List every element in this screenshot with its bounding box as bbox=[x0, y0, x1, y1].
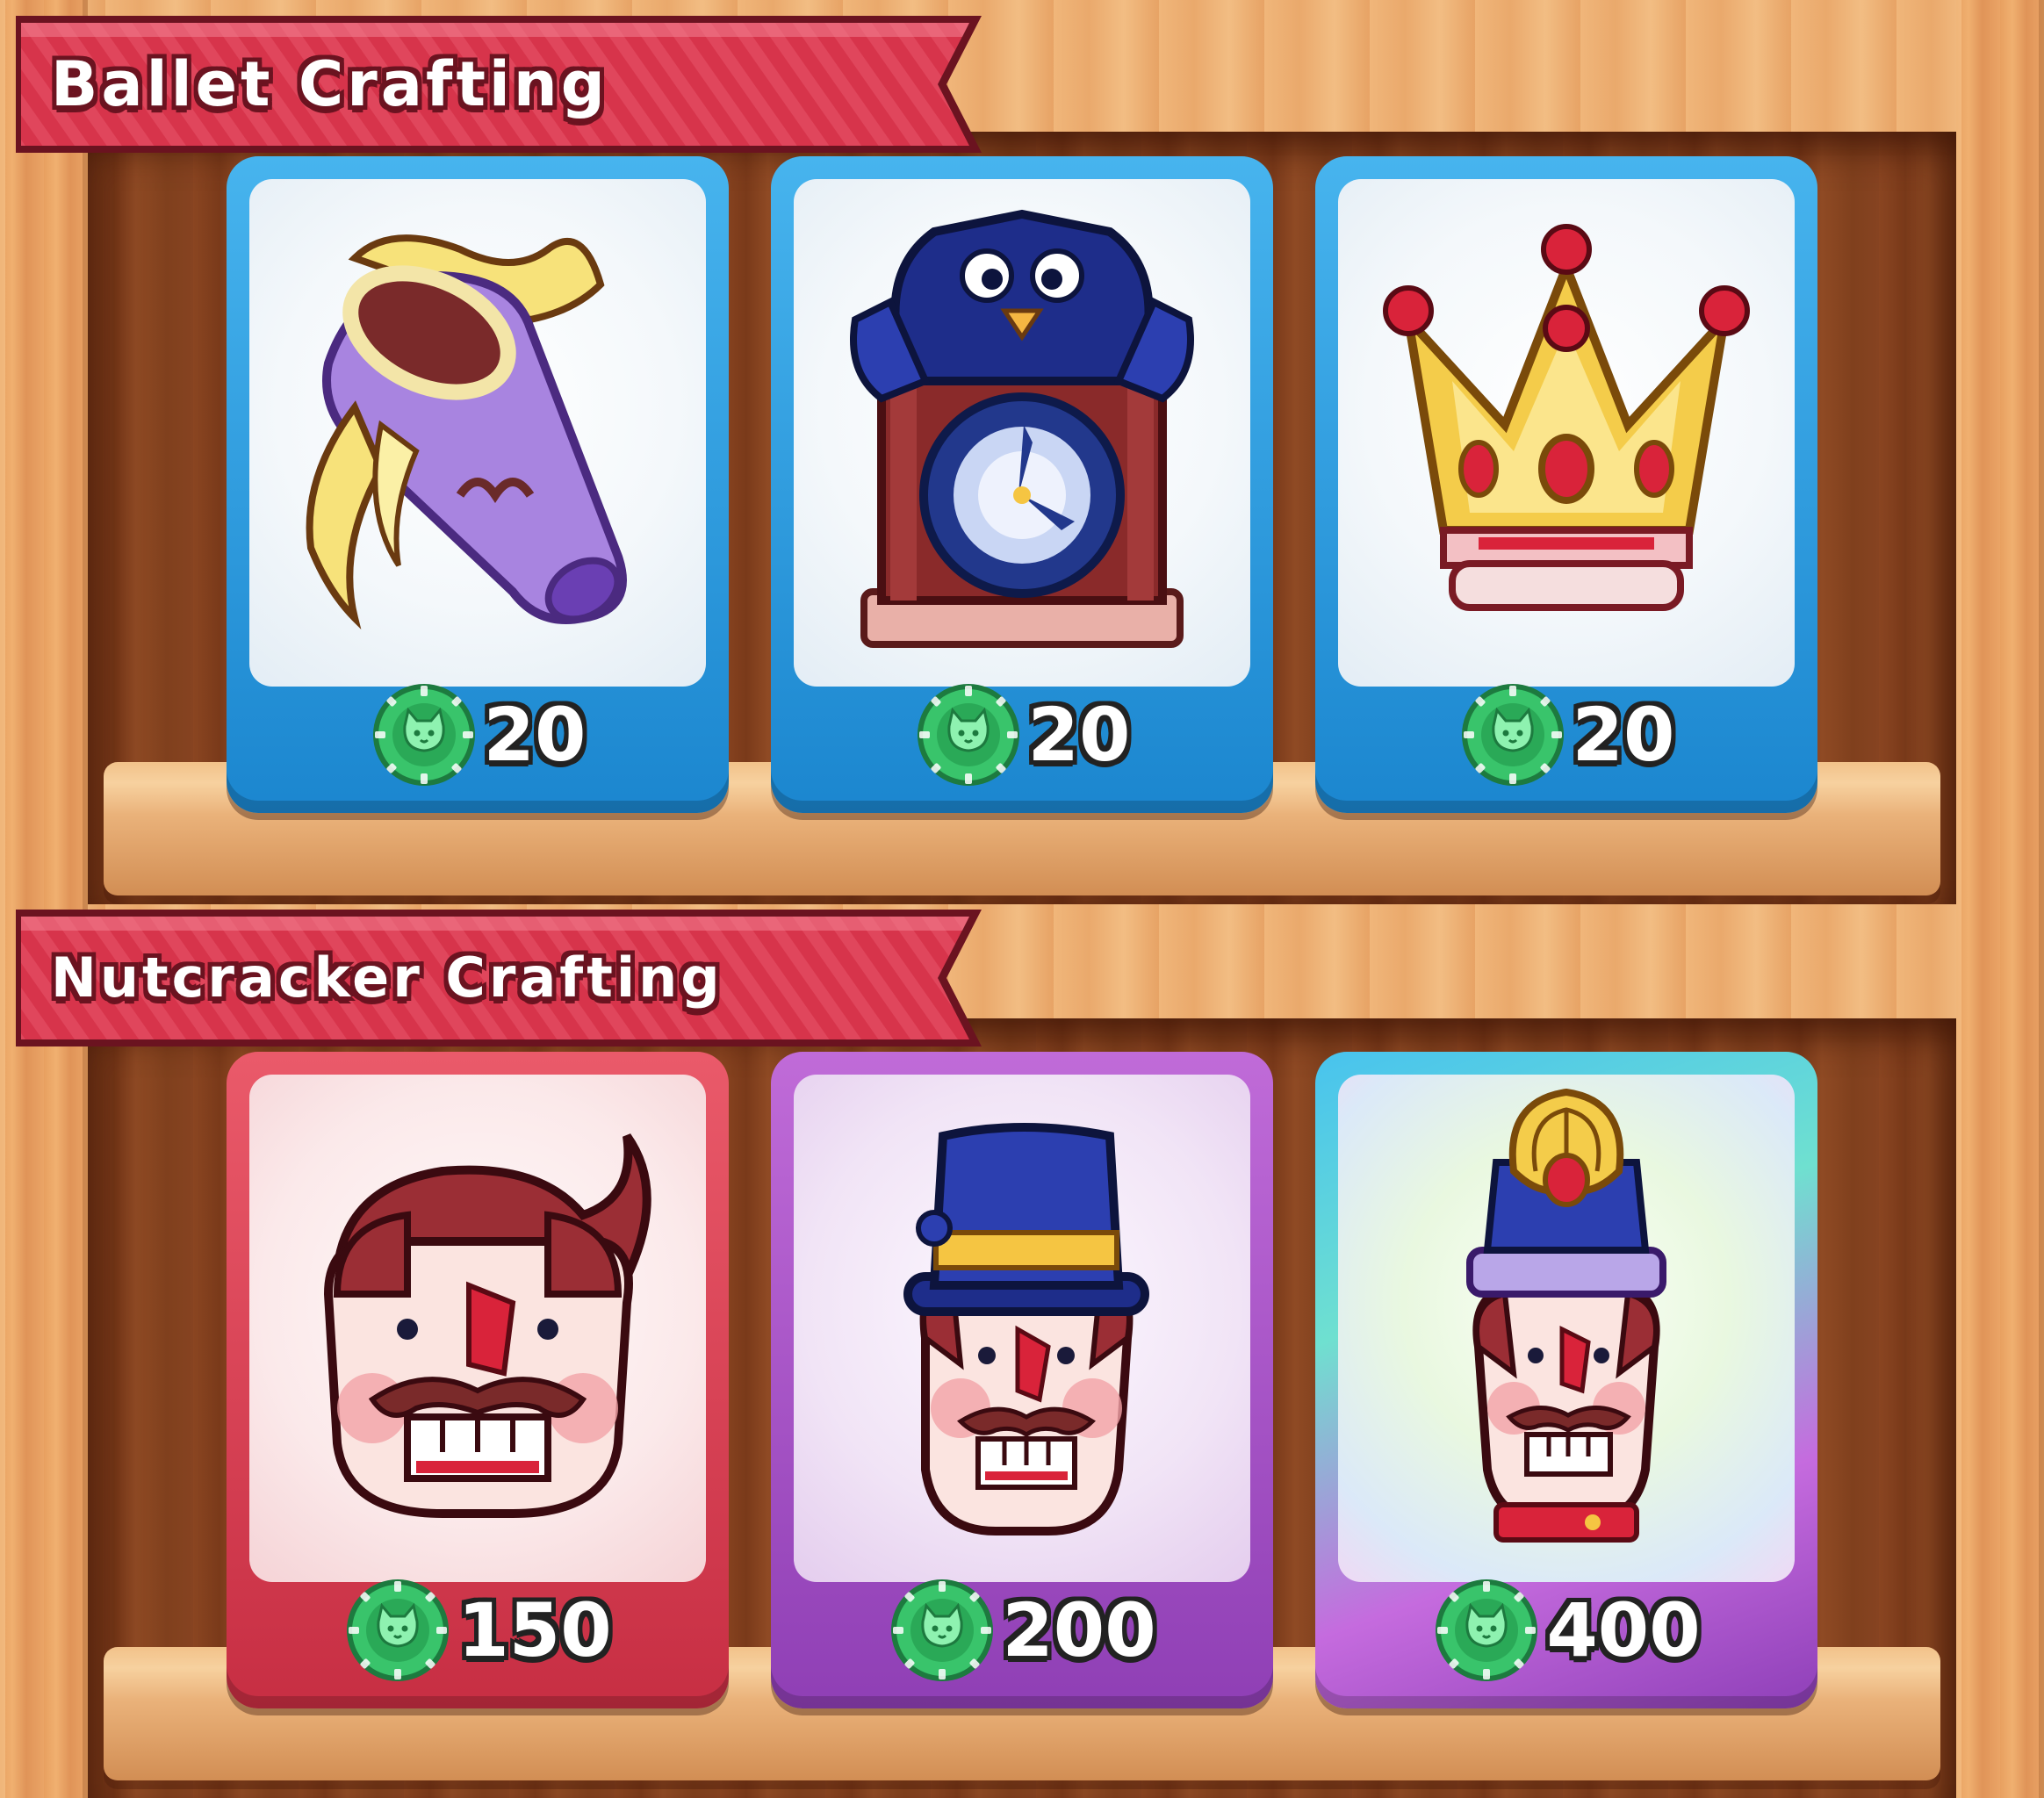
crown-icon bbox=[1383, 224, 1750, 611]
item-card-art-frame bbox=[249, 1075, 706, 1582]
item-card-nutcracker-top-hat[interactable]: 200 bbox=[771, 1052, 1273, 1708]
price-tag: 400 bbox=[1315, 1564, 1817, 1696]
section-title: Nutcracker Crafting bbox=[51, 946, 723, 1010]
right-post bbox=[1956, 0, 2044, 1798]
section-banner-nutcracker: Nutcracker Crafting bbox=[16, 910, 999, 1046]
item-card-art-frame bbox=[1338, 179, 1795, 687]
price-tag: 150 bbox=[227, 1564, 729, 1696]
item-card-crown[interactable]: 20 bbox=[1315, 156, 1817, 813]
green-cat-coin-icon bbox=[914, 680, 1023, 789]
nutcracker-head-icon bbox=[323, 1133, 651, 1518]
green-cat-coin-icon bbox=[1458, 680, 1567, 789]
green-cat-coin-icon bbox=[888, 1576, 997, 1685]
section-banner-ballet: Ballet Crafting bbox=[16, 16, 999, 153]
item-price: 20 bbox=[1027, 692, 1131, 778]
price-tag: 200 bbox=[771, 1564, 1273, 1696]
cuckoo-clock-icon bbox=[850, 209, 1194, 648]
item-card-art-frame bbox=[1338, 1075, 1795, 1582]
price-tag: 20 bbox=[1315, 669, 1817, 801]
item-price: 200 bbox=[1002, 1587, 1156, 1673]
ballet-slipper-icon bbox=[306, 234, 627, 630]
nutcracker-top-hat-icon bbox=[903, 1123, 1149, 1535]
item-price: 150 bbox=[457, 1587, 612, 1673]
item-card-nutcracker-king[interactable]: 400 bbox=[1315, 1052, 1817, 1708]
left-post bbox=[0, 0, 88, 1798]
section-title: Ballet Crafting bbox=[51, 48, 608, 120]
price-tag: 20 bbox=[771, 669, 1273, 801]
item-price: 20 bbox=[1572, 692, 1675, 778]
green-cat-coin-icon bbox=[343, 1576, 452, 1685]
item-price: 400 bbox=[1546, 1587, 1701, 1673]
item-card-art-frame bbox=[794, 179, 1250, 687]
nutcracker-king-icon bbox=[1466, 1088, 1666, 1543]
item-card-art-frame bbox=[249, 179, 706, 687]
green-cat-coin-icon bbox=[1432, 1576, 1541, 1685]
item-card-art-frame bbox=[794, 1075, 1250, 1582]
item-card-cuckoo-clock[interactable]: 20 bbox=[771, 156, 1273, 813]
item-card-ballet-slipper[interactable]: 20 bbox=[227, 156, 729, 813]
green-cat-coin-icon bbox=[370, 680, 479, 789]
item-card-nutcracker-head[interactable]: 150 bbox=[227, 1052, 729, 1708]
price-tag: 20 bbox=[227, 669, 729, 801]
item-price: 20 bbox=[483, 692, 587, 778]
crafting-shop: Ballet Crafting Nutcracker Crafting 20 2… bbox=[0, 0, 2044, 1798]
